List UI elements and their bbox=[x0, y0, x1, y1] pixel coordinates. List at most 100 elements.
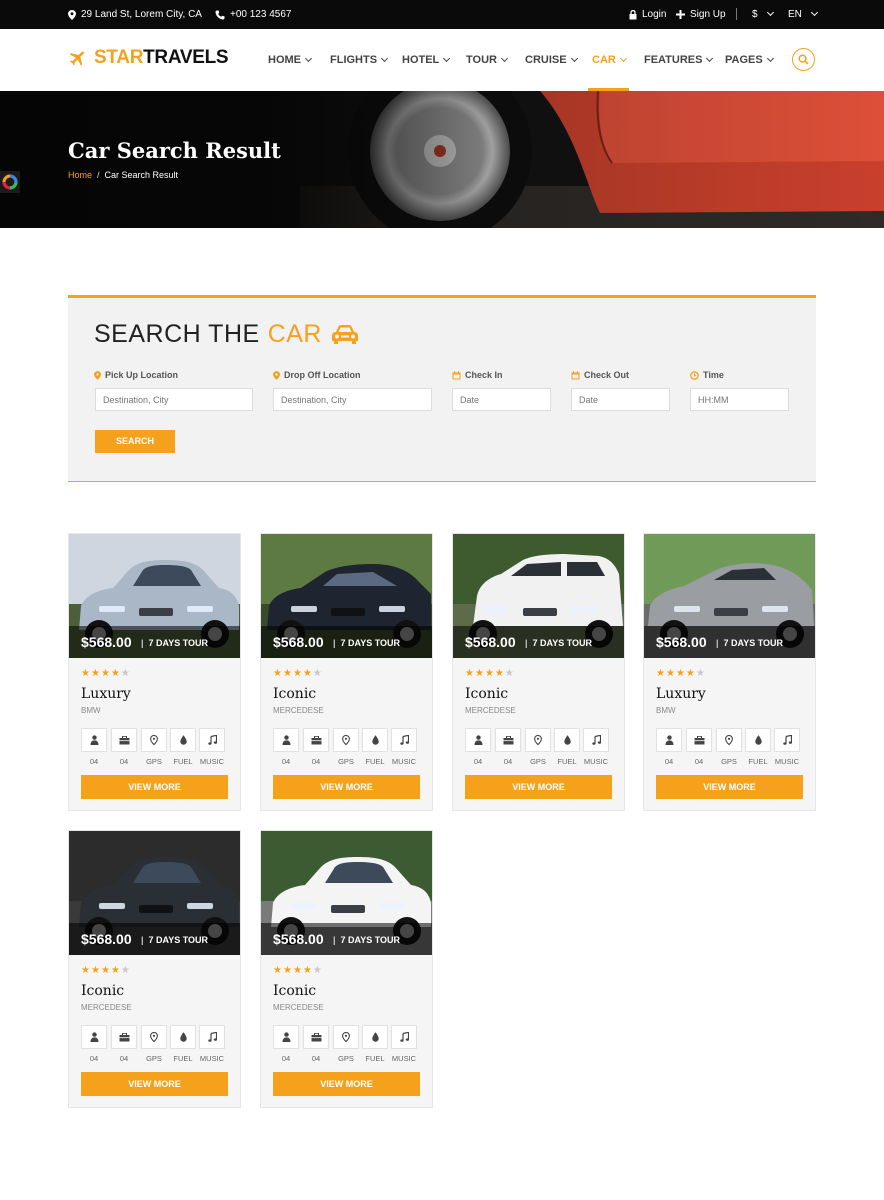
color-switcher-toggle[interactable] bbox=[0, 171, 20, 193]
view-more-button[interactable]: VIEW MORE bbox=[465, 775, 612, 799]
car-name: Iconic bbox=[273, 983, 317, 999]
nav-flights[interactable]: FLIGHTS bbox=[330, 54, 389, 66]
star-icon: ★ bbox=[484, 668, 495, 679]
nav-hotel[interactable]: HOTEL bbox=[402, 54, 451, 66]
view-more-button[interactable]: VIEW MORE bbox=[81, 775, 228, 799]
language-dropdown[interactable]: EN bbox=[788, 8, 818, 20]
feature-04: 04 bbox=[686, 728, 712, 766]
car-brand: MERCEDESE bbox=[273, 1003, 324, 1012]
car-name: Iconic bbox=[81, 983, 125, 999]
feature-label: MUSIC bbox=[199, 757, 225, 766]
nav-pages[interactable]: PAGES bbox=[725, 54, 774, 66]
site-logo[interactable]: STARTRAVELS bbox=[68, 47, 229, 69]
feature-label: 04 bbox=[311, 1054, 321, 1063]
feature-gps: GPS bbox=[525, 728, 551, 766]
signup-link[interactable]: Sign Up bbox=[676, 9, 726, 20]
feature-label: 04 bbox=[281, 1054, 291, 1063]
currency-dropdown[interactable]: $ bbox=[752, 8, 774, 20]
pickup-location-label-text: Pick Up Location bbox=[105, 370, 179, 380]
feature-gps: GPS bbox=[716, 728, 742, 766]
star-icon: ★ bbox=[120, 965, 131, 976]
dropoff-location-input[interactable] bbox=[273, 388, 432, 411]
briefcase-icon bbox=[686, 728, 712, 752]
breadcrumb: Home / Car Search Result bbox=[68, 170, 178, 180]
chevron-down-icon bbox=[443, 54, 451, 62]
star-icon: ★ bbox=[81, 965, 91, 976]
nav-tour[interactable]: TOUR bbox=[466, 54, 509, 66]
feature-label: FUEL bbox=[557, 757, 577, 766]
login-link[interactable]: Login bbox=[629, 9, 666, 20]
feature-label: 04 bbox=[311, 757, 321, 766]
feature-music: MUSIC bbox=[583, 728, 609, 766]
star-icon: ★ bbox=[665, 668, 676, 679]
car-card[interactable]: $568.00 | 7 DAYS TOUR ★★★★★ Luxury BMW 04… bbox=[643, 533, 816, 811]
feature-label: 04 bbox=[89, 757, 99, 766]
map-pin-icon bbox=[273, 370, 280, 380]
search-icon bbox=[798, 54, 809, 65]
currency-value: $ bbox=[752, 9, 758, 20]
car-brand: MERCEDESE bbox=[465, 706, 516, 715]
car-card[interactable]: $568.00 | 7 DAYS TOUR ★★★★★ Iconic MERCED… bbox=[452, 533, 625, 811]
car-card[interactable]: $568.00 | 7 DAYS TOUR ★★★★★ Iconic MERCED… bbox=[260, 533, 433, 811]
feature-label: MUSIC bbox=[199, 1054, 225, 1063]
feature-label: 04 bbox=[664, 757, 674, 766]
view-more-button[interactable]: VIEW MORE bbox=[273, 1072, 420, 1096]
search-submit-button[interactable]: SEARCH bbox=[95, 430, 175, 453]
view-more-button[interactable]: VIEW MORE bbox=[81, 1072, 228, 1096]
fuel-drop-icon bbox=[554, 728, 580, 752]
music-icon bbox=[583, 728, 609, 752]
page-title: Car Search Result bbox=[68, 138, 281, 163]
car-card[interactable]: $568.00 | 7 DAYS TOUR ★★★★★ Iconic MERCED… bbox=[260, 830, 433, 1108]
feature-fuel: FUEL bbox=[362, 1025, 388, 1063]
car-name: Iconic bbox=[465, 686, 509, 702]
nav-features[interactable]: FEATURES bbox=[644, 54, 714, 66]
feature-fuel: FUEL bbox=[170, 728, 196, 766]
star-icon: ★ bbox=[474, 668, 485, 679]
star-icon: ★ bbox=[504, 668, 515, 679]
rating-stars: ★★★★★ bbox=[81, 668, 131, 679]
star-icon: ★ bbox=[100, 965, 111, 976]
user-icon bbox=[273, 1025, 299, 1049]
user-icon bbox=[81, 1025, 107, 1049]
feature-04: 04 bbox=[273, 1025, 299, 1063]
tour-duration-text: 7 DAYS TOUR bbox=[148, 638, 209, 648]
music-icon bbox=[391, 1025, 417, 1049]
star-icon: ★ bbox=[90, 965, 101, 976]
star-icon: ★ bbox=[685, 668, 696, 679]
checkin-label: Check In bbox=[452, 370, 503, 380]
time-input[interactable] bbox=[690, 388, 789, 411]
feature-label: 04 bbox=[503, 757, 513, 766]
nav-cruise[interactable]: CRUISE bbox=[525, 54, 578, 66]
pickup-location-input[interactable] bbox=[95, 388, 253, 411]
feature-music: MUSIC bbox=[774, 728, 800, 766]
car-card[interactable]: $568.00 | 7 DAYS TOUR ★★★★★ Iconic MERCED… bbox=[68, 830, 241, 1108]
topbar-divider bbox=[736, 8, 737, 20]
fuel-drop-icon bbox=[362, 728, 388, 752]
feature-04: 04 bbox=[111, 1025, 137, 1063]
star-icon: ★ bbox=[90, 668, 101, 679]
feature-music: MUSIC bbox=[391, 1025, 417, 1063]
nav-car[interactable]: CAR bbox=[592, 54, 627, 66]
user-icon bbox=[273, 728, 299, 752]
breadcrumb-home-link[interactable]: Home bbox=[68, 170, 92, 180]
car-name: Luxury bbox=[81, 686, 131, 702]
rating-stars: ★★★★★ bbox=[273, 668, 323, 679]
view-more-button[interactable]: VIEW MORE bbox=[656, 775, 803, 799]
briefcase-icon bbox=[303, 728, 329, 752]
checkin-date-input[interactable] bbox=[452, 388, 551, 411]
car-card[interactable]: $568.00 | 7 DAYS TOUR ★★★★★ Luxury BMW 04… bbox=[68, 533, 241, 811]
color-wheel-icon bbox=[2, 174, 18, 190]
plus-icon bbox=[676, 10, 685, 19]
car-name: Luxury bbox=[656, 686, 706, 702]
nav-home[interactable]: HOME bbox=[268, 54, 313, 66]
checkout-date-input[interactable] bbox=[571, 388, 670, 411]
view-more-button[interactable]: VIEW MORE bbox=[273, 775, 420, 799]
star-icon: ★ bbox=[110, 668, 121, 679]
checkin-label-text: Check In bbox=[465, 370, 503, 380]
search-title-accent: CAR bbox=[267, 320, 322, 348]
star-icon: ★ bbox=[273, 965, 283, 976]
tour-duration: | 7 DAYS TOUR bbox=[333, 935, 401, 945]
car-price: $568.00 bbox=[656, 634, 707, 650]
nav-hotel-label: HOTEL bbox=[402, 54, 440, 66]
header-search-button[interactable] bbox=[792, 48, 815, 71]
